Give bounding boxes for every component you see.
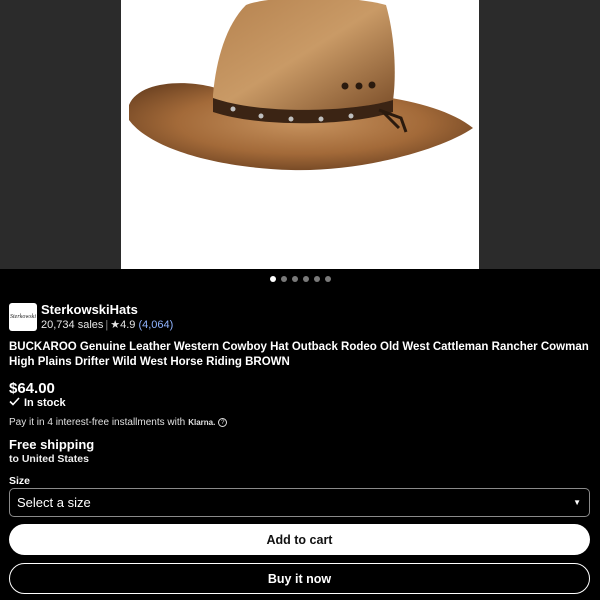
shop-logo[interactable]: Sterkowski [9, 303, 37, 331]
shop-stats: 20,734 sales | ★4.9 (4,064) [41, 318, 173, 332]
shop-rating: ★4.9 [110, 319, 136, 331]
caret-down-icon: ▼ [573, 498, 581, 507]
shipping-title: Free shipping [9, 437, 95, 452]
divider: | [105, 319, 109, 331]
check-icon [9, 397, 20, 409]
stock-status: In stock [9, 397, 66, 409]
shop-sales: 20,734 sales [41, 319, 104, 331]
review-count-link[interactable]: (4,064) [138, 319, 173, 331]
gallery-dot-1[interactable] [269, 276, 276, 282]
size-select[interactable]: Select a size ▼ [9, 488, 590, 517]
gallery-pagination [0, 276, 600, 282]
shipping-destination: to United States [9, 453, 89, 465]
gallery-dot-5[interactable] [313, 276, 320, 282]
shop-header[interactable]: Sterkowski SterkowskiHats 20,734 sales | ★… [9, 302, 173, 332]
buy-now-button[interactable]: Buy it now [9, 563, 590, 594]
size-select-value: Select a size [17, 495, 91, 510]
gallery-dot-2[interactable] [280, 276, 287, 282]
gallery-dot-6[interactable] [324, 276, 331, 282]
klarna-logo: Klarna. [188, 418, 216, 427]
stock-label: In stock [24, 397, 66, 409]
shop-logo-text: Sterkowski [10, 314, 36, 320]
listing-title: BUCKAROO Genuine Leather Western Cowboy … [9, 341, 589, 368]
shop-name[interactable]: SterkowskiHats [41, 302, 173, 318]
size-label: Size [9, 475, 31, 487]
help-icon[interactable]: ? [218, 418, 228, 427]
gallery-dot-3[interactable] [291, 276, 298, 282]
installments-text: Pay it in 4 interest-free installments w… [9, 417, 186, 428]
gallery-dot-4[interactable] [302, 276, 309, 282]
installments-info: Pay it in 4 interest-free installments w… [9, 417, 228, 428]
price: $64.00 [9, 380, 55, 397]
image-gallery[interactable] [0, 0, 600, 269]
product-image[interactable] [121, 0, 479, 269]
add-to-cart-button[interactable]: Add to cart [9, 524, 590, 555]
